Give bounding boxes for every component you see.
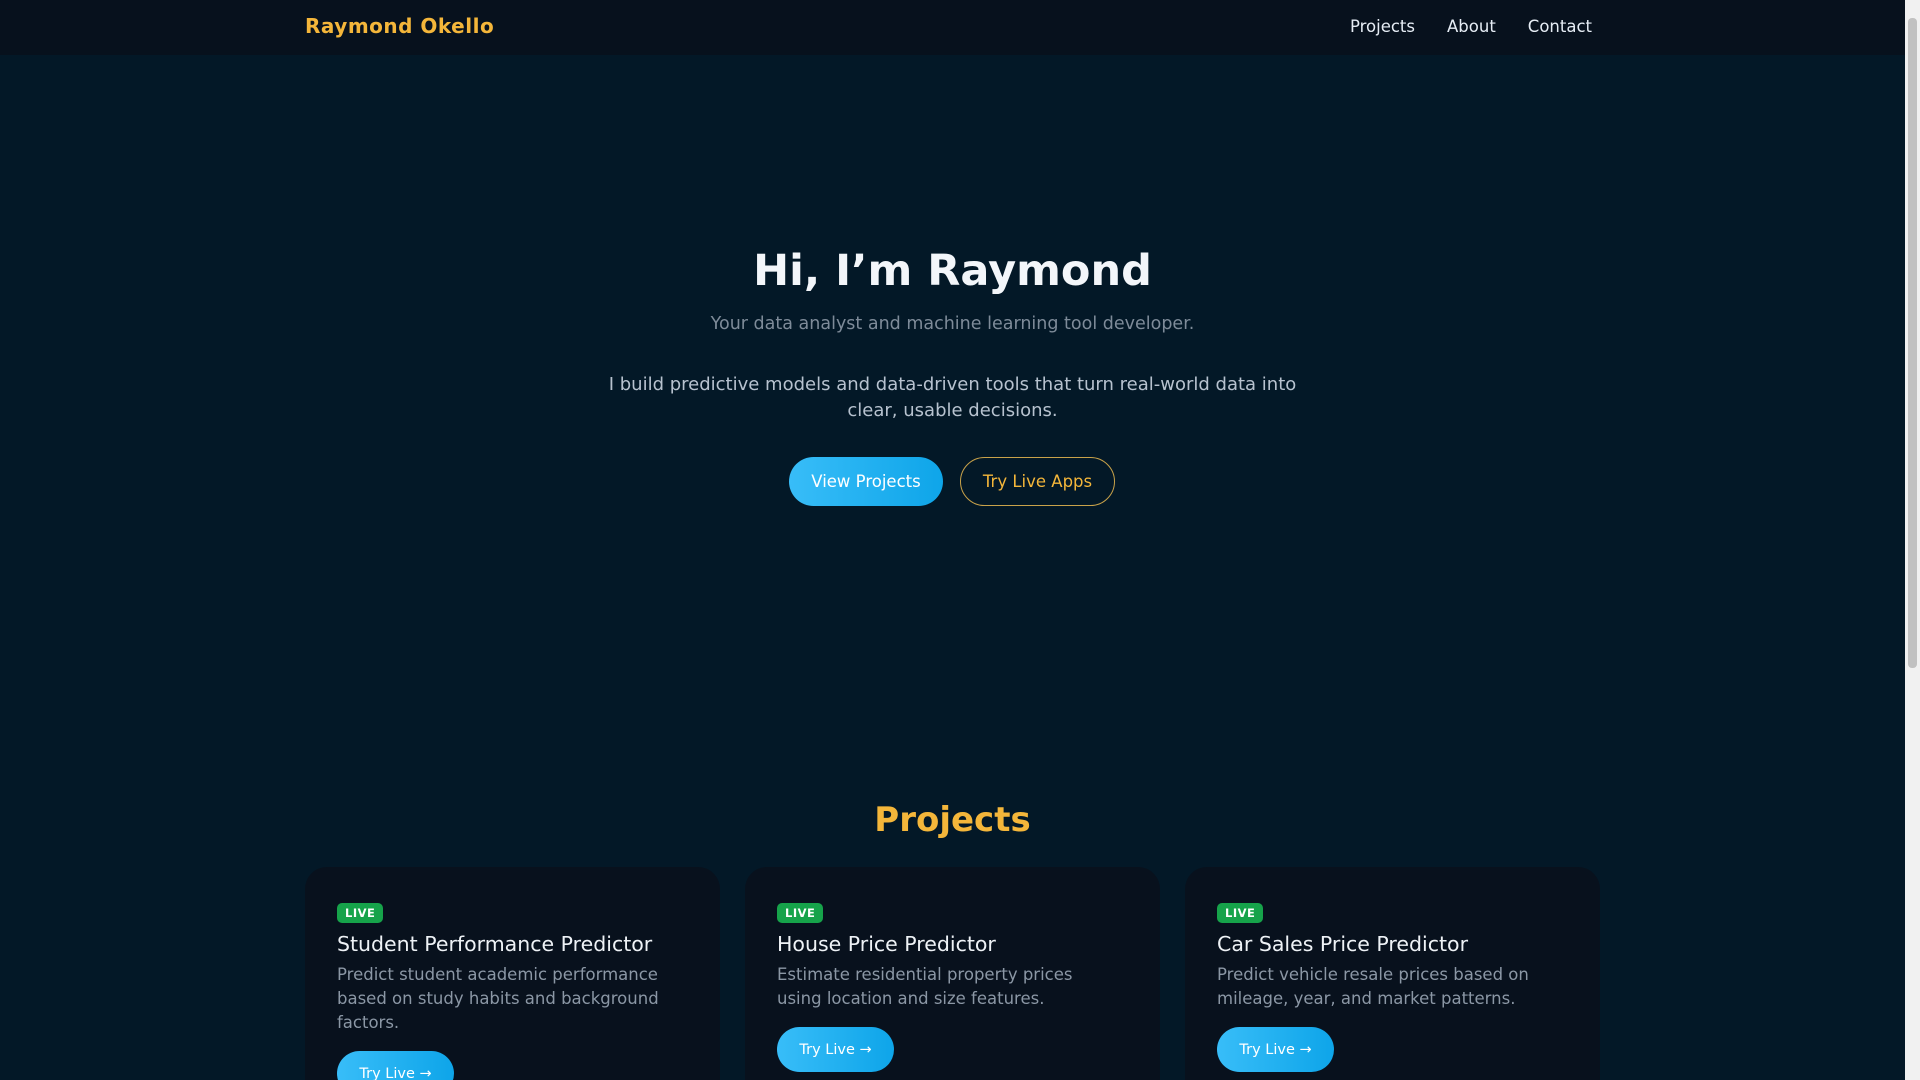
nav-link-contact[interactable]: Contact bbox=[1528, 17, 1592, 36]
navbar: Raymond Okello Projects About Contact bbox=[0, 0, 1905, 55]
project-title: Car Sales Price Predictor bbox=[1217, 932, 1469, 956]
hero-title: Hi, I’m Raymond bbox=[753, 246, 1152, 296]
nav-link-about[interactable]: About bbox=[1447, 17, 1496, 36]
live-badge: LIVE bbox=[777, 903, 824, 923]
live-badge: LIVE bbox=[1217, 903, 1264, 923]
project-card: LIVE Car Sales Price Predictor Predict v… bbox=[1185, 867, 1600, 1080]
try-live-button[interactable]: Try Live → bbox=[1217, 1027, 1334, 1072]
project-description: Estimate residential property prices usi… bbox=[777, 965, 1073, 1008]
hero-description: I build predictive models and data-drive… bbox=[608, 374, 1297, 421]
scrollbar-thumb[interactable] bbox=[1908, 18, 1917, 668]
project-description: Predict student academic performance bas… bbox=[337, 965, 659, 1032]
hero-description-wrap: I build predictive models and data-drive… bbox=[0, 372, 1905, 424]
project-card: LIVE Student Performance Predictor Predi… bbox=[305, 867, 720, 1080]
nav-link-projects[interactable]: Projects bbox=[1350, 17, 1415, 36]
try-live-apps-button[interactable]: Try Live Apps bbox=[960, 457, 1115, 506]
project-title: Student Performance Predictor bbox=[337, 932, 653, 956]
projects-heading: Projects bbox=[874, 800, 1031, 840]
nav-links: Projects About Contact bbox=[1350, 17, 1592, 36]
try-live-button[interactable]: Try Live → bbox=[777, 1027, 894, 1072]
brand-logo[interactable]: Raymond Okello bbox=[305, 14, 494, 38]
view-projects-button[interactable]: View Projects bbox=[789, 457, 943, 506]
project-description: Predict vehicle resale prices based on m… bbox=[1217, 965, 1529, 1008]
hero-subtitle: Your data analyst and machine learning t… bbox=[710, 314, 1195, 334]
project-title: House Price Predictor bbox=[777, 932, 996, 956]
try-live-button[interactable]: Try Live → bbox=[337, 1051, 454, 1080]
hero-buttons: View Projects Try Live Apps bbox=[789, 457, 1115, 506]
project-card: LIVE House Price Predictor Estimate resi… bbox=[745, 867, 1160, 1080]
live-badge: LIVE bbox=[337, 903, 384, 923]
